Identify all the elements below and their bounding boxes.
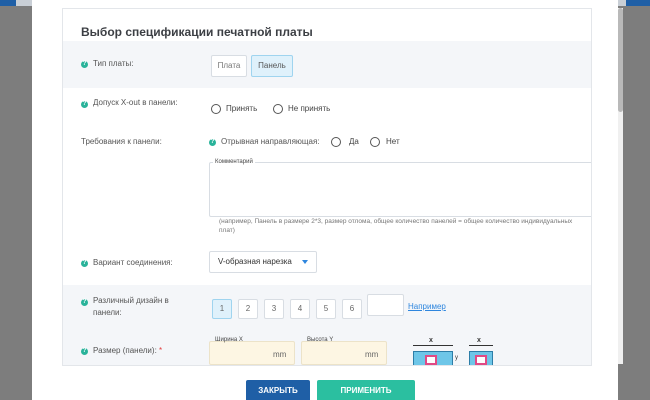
chevron-down-icon	[302, 260, 308, 264]
modal-scrollbar[interactable]	[618, 8, 623, 364]
panel-size-diagram-icon: x y	[411, 337, 461, 365]
design-count-2[interactable]: 2	[238, 299, 258, 319]
required-mark: *	[159, 346, 163, 355]
board-size-diagram-icon: x	[467, 337, 497, 365]
xout-accept-label: Принять	[226, 104, 258, 113]
help-icon[interactable]: ?	[81, 260, 88, 267]
comment-textarea[interactable]	[209, 162, 591, 217]
help-icon[interactable]: ?	[81, 61, 88, 68]
topbar-accent-right	[626, 0, 650, 6]
breakaway-no-radio[interactable]	[370, 137, 380, 147]
design-count-input[interactable]	[367, 294, 404, 316]
topbar-accent-left	[0, 0, 16, 6]
help-icon[interactable]: ?	[81, 348, 88, 355]
scrollbar-thumb[interactable]	[618, 8, 623, 112]
height-unit: mm	[365, 350, 379, 359]
connection-label: Вариант соединения:	[93, 258, 173, 267]
x-dimension-mark: x	[429, 337, 433, 344]
design-count-6[interactable]: 6	[342, 299, 362, 319]
xout-reject-radio[interactable]	[273, 104, 283, 114]
help-icon[interactable]: ?	[81, 101, 88, 108]
breakaway-yes-label: Да	[349, 137, 359, 146]
board-type-label: Тип платы:	[93, 59, 134, 68]
spec-modal: Выбор спецификации печатной платы ? Тип …	[32, 0, 623, 400]
help-icon[interactable]: ?	[81, 299, 88, 306]
connection-value: V-образная нарезка	[218, 257, 292, 266]
xout-accept-radio[interactable]	[211, 104, 221, 114]
spec-card: Выбор спецификации печатной платы ? Тип …	[62, 8, 592, 366]
dimension-line	[469, 345, 493, 346]
help-icon[interactable]: ?	[209, 139, 216, 146]
board-shape	[425, 355, 437, 365]
width-unit: mm	[273, 350, 287, 359]
breakaway-yes-radio[interactable]	[331, 137, 341, 147]
design-count-3[interactable]: 3	[264, 299, 284, 319]
board-shape	[475, 355, 487, 365]
connection-select[interactable]: V-образная нарезка	[209, 251, 317, 273]
breakaway-no-label: Нет	[386, 137, 400, 146]
modal-title: Выбор спецификации печатной платы	[81, 25, 313, 39]
design-count-5[interactable]: 5	[316, 299, 336, 319]
panel-hint: (например, Панель в размере 2*3, размер …	[219, 218, 573, 234]
apply-button[interactable]: ПРИМЕНИТЬ	[317, 380, 415, 400]
example-link[interactable]: Например	[408, 302, 446, 311]
breakaway-rail-label: Отрывная направляющая:	[221, 137, 320, 146]
y-dimension-mark: y	[455, 355, 458, 361]
panel-req-label: Требования к панели:	[81, 137, 162, 146]
xout-reject-label: Не принять	[288, 104, 331, 113]
comment-legend: Комментарий	[213, 159, 255, 165]
size-label: Размер (панели): *	[93, 345, 162, 357]
designs-label: Различный дизайн в панели:	[93, 296, 169, 317]
close-button[interactable]: ЗАКРЫТЬ	[246, 380, 310, 400]
design-count-4[interactable]: 4	[290, 299, 310, 319]
row-board-type	[63, 41, 591, 88]
height-legend: Высота Y	[307, 337, 334, 343]
board-type-option-board[interactable]: Плата	[211, 55, 247, 77]
design-count-1[interactable]: 1	[212, 299, 232, 319]
dimension-line	[413, 345, 453, 346]
board-type-option-panel[interactable]: Панель	[251, 55, 293, 77]
xout-label: Допуск X-out в панели:	[93, 98, 178, 107]
x-dimension-mark: x	[477, 337, 481, 344]
size-label-text: Размер (панели):	[93, 346, 157, 355]
width-legend: Ширина X	[215, 337, 243, 343]
